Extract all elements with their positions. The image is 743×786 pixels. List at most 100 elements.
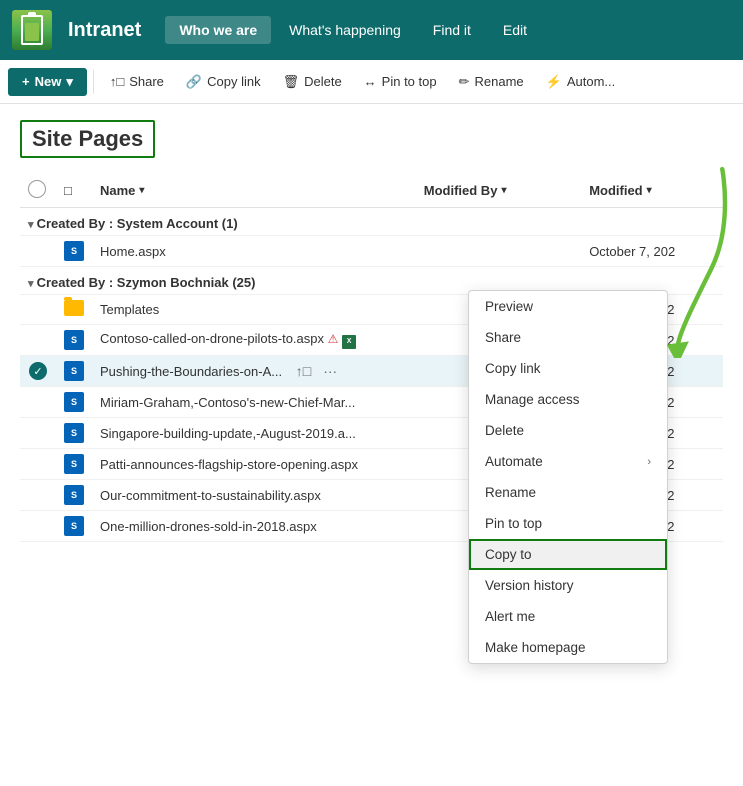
- nav-link-whats-happening[interactable]: What's happening: [275, 16, 415, 44]
- sharepoint-icon: S: [64, 361, 84, 381]
- row-checkbox[interactable]: [20, 418, 56, 449]
- row-icon: S: [56, 449, 92, 480]
- row-icon: S: [56, 325, 92, 356]
- table-row[interactable]: S Home.aspx October 7, 202: [20, 236, 723, 267]
- group-label: Created By : System Account (1): [37, 216, 238, 231]
- row-actions: ↑□ ···: [292, 361, 341, 381]
- app-logo: [12, 10, 52, 50]
- nav-links: Who we are What's happening Find it Edit: [165, 16, 731, 44]
- share-action-button[interactable]: ↑□: [292, 361, 315, 381]
- excel-icon: X: [342, 335, 356, 349]
- app-brand: Intranet: [68, 19, 141, 42]
- row-name[interactable]: Our-commitment-to-sustainability.aspx: [92, 480, 416, 511]
- automate-icon: ⚡: [546, 74, 562, 90]
- table-header: □ Name ▾ Modified By ▾: [20, 174, 723, 208]
- group-header-system[interactable]: ▾ Created By : System Account (1): [20, 208, 723, 236]
- rename-icon: ✏: [459, 74, 470, 90]
- modby-sort[interactable]: Modified By ▾: [424, 183, 507, 198]
- row-name[interactable]: Pushing-the-Boundaries-on-A... ↑□ ···: [92, 356, 416, 387]
- ctx-copylink[interactable]: Copy link: [469, 353, 667, 384]
- row-checkbox[interactable]: [20, 236, 56, 267]
- row-modified: October 7, 202: [581, 236, 723, 267]
- sort-icon-mod: ▾: [647, 185, 652, 196]
- new-button[interactable]: + New ▾: [8, 68, 87, 96]
- row-name[interactable]: Contoso-called-on-drone-pilots-to.aspx ⚠…: [92, 325, 416, 356]
- row-name[interactable]: Templates: [92, 295, 416, 325]
- sharepoint-icon: S: [64, 485, 84, 505]
- ctx-share[interactable]: Share: [469, 322, 667, 353]
- ctx-make-homepage[interactable]: Make homepage: [469, 632, 667, 663]
- row-modby: [416, 236, 581, 267]
- plus-icon: +: [22, 74, 30, 89]
- file-type-icon: □: [64, 183, 72, 198]
- folder-icon: [64, 300, 84, 316]
- pin-to-top-button[interactable]: ↔ Pin to top: [354, 68, 447, 95]
- delete-button[interactable]: 🗑 Delete: [273, 68, 352, 96]
- command-bar: + New ▾ ↑□ Share 🔗 Copy link 🗑 Delete ↔ …: [0, 60, 743, 104]
- row-checkbox[interactable]: ✓: [20, 356, 56, 387]
- ctx-copy-to[interactable]: Copy to: [469, 539, 667, 570]
- row-name[interactable]: One-million-drones-sold-in-2018.aspx: [92, 511, 416, 542]
- sort-icon: ▾: [139, 185, 144, 196]
- sharepoint-icon: S: [64, 516, 84, 536]
- nav-link-who-we-are[interactable]: Who we are: [165, 16, 271, 44]
- ctx-automate[interactable]: Automate ›: [469, 446, 667, 477]
- ctx-alert-me[interactable]: Alert me: [469, 601, 667, 632]
- sharepoint-icon: S: [64, 392, 84, 412]
- automate-button[interactable]: ⚡ Autom...: [536, 68, 626, 96]
- share-button[interactable]: ↑□ Share: [100, 68, 174, 95]
- trash-icon: 🗑: [283, 74, 300, 90]
- th-modified[interactable]: Modified ▾: [581, 174, 723, 208]
- rename-button[interactable]: ✏ Rename: [449, 68, 534, 96]
- ctx-manage-access[interactable]: Manage access: [469, 384, 667, 415]
- top-navigation: Intranet Who we are What's happening Fin…: [0, 0, 743, 60]
- link-icon: 🔗: [186, 74, 202, 90]
- row-icon: [56, 295, 92, 325]
- row-icon: S: [56, 418, 92, 449]
- row-checkbox[interactable]: [20, 511, 56, 542]
- row-checkbox[interactable]: [20, 387, 56, 418]
- nav-link-find-it[interactable]: Find it: [419, 16, 485, 44]
- row-icon: S: [56, 480, 92, 511]
- separator: [93, 70, 94, 94]
- ctx-version-history[interactable]: Version history: [469, 570, 667, 601]
- row-name[interactable]: Miriam-Graham,-Contoso's-new-Chief-Mar..…: [92, 387, 416, 418]
- group-chevron[interactable]: ▾: [28, 219, 37, 231]
- context-menu: Preview Share Copy link Manage access De…: [468, 290, 668, 664]
- sharepoint-icon: S: [64, 241, 84, 261]
- th-modified-by[interactable]: Modified By ▾: [416, 174, 581, 208]
- row-icon: S: [56, 356, 92, 387]
- checked-icon[interactable]: ✓: [29, 362, 47, 380]
- group-chevron-2[interactable]: ▾: [28, 278, 37, 290]
- share-icon: ↑□: [110, 74, 124, 89]
- pin-icon: ↔: [364, 74, 377, 89]
- warning-icon: ⚠: [328, 332, 339, 346]
- more-action-button[interactable]: ···: [319, 361, 341, 381]
- copy-link-button[interactable]: 🔗 Copy link: [176, 68, 271, 96]
- ctx-preview[interactable]: Preview: [469, 291, 667, 322]
- name-sort[interactable]: Name ▾: [100, 183, 144, 198]
- battery-icon: [21, 15, 43, 45]
- row-name[interactable]: Patti-announces-flagship-store-opening.a…: [92, 449, 416, 480]
- page-title: Site Pages: [20, 120, 155, 158]
- nav-link-edit[interactable]: Edit: [489, 16, 541, 44]
- sort-icon-modby: ▾: [501, 185, 506, 196]
- modified-sort[interactable]: Modified ▾: [589, 183, 651, 198]
- th-checkbox[interactable]: [20, 174, 56, 208]
- row-icon: S: [56, 236, 92, 267]
- row-checkbox[interactable]: [20, 480, 56, 511]
- row-checkbox[interactable]: [20, 295, 56, 325]
- th-name[interactable]: Name ▾: [92, 174, 416, 208]
- dropdown-icon: ▾: [66, 74, 73, 90]
- header-checkbox[interactable]: [28, 180, 46, 198]
- ctx-delete[interactable]: Delete: [469, 415, 667, 446]
- th-file-icon: □: [56, 174, 92, 208]
- row-checkbox[interactable]: [20, 325, 56, 356]
- sharepoint-icon: S: [64, 454, 84, 474]
- ctx-pin-to-top[interactable]: Pin to top: [469, 508, 667, 539]
- row-name[interactable]: Home.aspx: [92, 236, 416, 267]
- row-name[interactable]: Singapore-building-update,-August-2019.a…: [92, 418, 416, 449]
- submenu-chevron: ›: [647, 456, 651, 468]
- row-checkbox[interactable]: [20, 449, 56, 480]
- ctx-rename[interactable]: Rename: [469, 477, 667, 508]
